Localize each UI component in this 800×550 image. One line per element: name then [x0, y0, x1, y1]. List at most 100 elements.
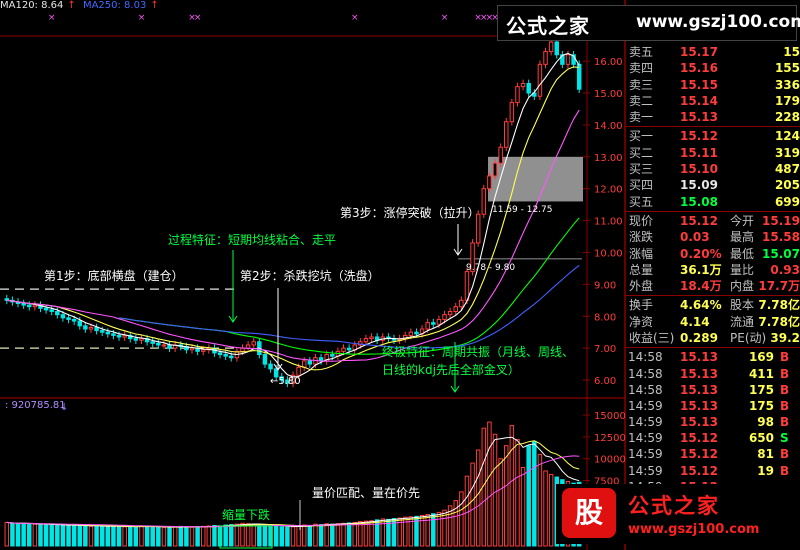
- fin-row-c3: 股本: [730, 298, 755, 313]
- tick-row: 14:58 15.13 169 B: [626, 349, 800, 365]
- tick-row: 14:59 15.12 650 S: [626, 430, 800, 446]
- buy-level-c1: 15.09: [680, 178, 718, 193]
- annotation-6: ←5.80: [270, 376, 301, 387]
- volume-bar: [290, 526, 296, 547]
- tick-row-tv: 650: [748, 431, 774, 446]
- volume-bar: [285, 526, 290, 547]
- candle-body: [229, 355, 234, 359]
- volume-bar: [532, 440, 537, 547]
- candle-body: [43, 307, 49, 311]
- volume-bar: [139, 525, 144, 547]
- stat-row-c1: 0.03: [680, 230, 710, 245]
- candle-body: [161, 344, 167, 347]
- tick-row-tf: S: [780, 431, 789, 446]
- fin-row: 收益(三) 0.289 PE(动) 39.2: [626, 330, 800, 346]
- sell-level: 卖四 15.16 155: [626, 60, 800, 76]
- sell-level-c0: 卖一: [629, 110, 654, 125]
- volume-bar: [487, 421, 492, 547]
- volume-bar: [212, 524, 217, 547]
- volume-bar: [111, 525, 116, 547]
- volume-bar: [318, 524, 324, 547]
- signal-marker: ×: [194, 13, 202, 23]
- volume-bar: [313, 523, 318, 547]
- brand-banner-top: 公式之家 www.gszj100.com: [497, 5, 800, 41]
- tick-row-tt: 14:58: [628, 382, 663, 397]
- stat-row-c3: 最低: [730, 246, 755, 261]
- candle-body: [27, 304, 32, 308]
- signal-marker: ×: [441, 13, 449, 23]
- volume-bars: 量价匹配、量在价先缩量下跌↓: [4, 402, 582, 549]
- candle-body: [223, 354, 228, 357]
- candle-body: [133, 338, 139, 341]
- sell-level-c0: 卖五: [629, 45, 654, 59]
- candle-body: [99, 330, 105, 333]
- volume-bar: [122, 526, 127, 547]
- volume-bar: [49, 523, 54, 547]
- price-axis: 6.00 7.00 8.00 9.00 10.00 11.00 12.00 13.00 14.0…: [583, 57, 623, 387]
- candle-body: [425, 322, 430, 330]
- volume-bar: [167, 526, 172, 547]
- stat-row-c3: 今开: [730, 213, 755, 228]
- volume-bar: [71, 524, 77, 547]
- volume-bar: [32, 523, 38, 547]
- candle-body: [341, 347, 346, 352]
- fin-row-c0: 收益(三): [629, 331, 675, 346]
- brand-name: 公式之家: [506, 14, 590, 38]
- volume-bar: [380, 518, 386, 547]
- stat-row-c4: 17.7万: [758, 279, 800, 294]
- volume-bar: [223, 524, 228, 547]
- sell-level: 卖三 15.15 336: [626, 77, 800, 93]
- stat-row-c1: 0.20%: [680, 246, 722, 261]
- stat-row: 涨幅 0.20% 最低 15.07: [626, 246, 800, 262]
- fin-row-c4: 7.78亿: [758, 298, 800, 313]
- fin-row-c0: 换手: [629, 298, 654, 313]
- tick-row-tp: 15.13: [680, 415, 718, 430]
- tick-row-tt: 14:59: [628, 431, 663, 446]
- candle-body: [363, 338, 369, 343]
- brand-banner-bottom: 股 公式之家 www.gszj100.com: [556, 484, 800, 544]
- tick-row-tf: B: [780, 415, 790, 430]
- candle-body: [543, 51, 548, 65]
- volume-bar: [55, 524, 60, 547]
- tick-row-tt: 14:58: [628, 366, 663, 381]
- volume-bar: [66, 525, 71, 547]
- tick-row-tp: 15.13: [680, 382, 718, 397]
- volume-bar: [335, 523, 341, 547]
- tick-row: 14:59 15.13 98 B: [626, 414, 800, 430]
- candle-body: [167, 344, 172, 349]
- candle-body: [217, 352, 223, 356]
- volume-bar: [475, 449, 481, 547]
- volume-bar: [21, 522, 26, 547]
- candle-body: [94, 326, 99, 332]
- candle-body: [504, 121, 509, 148]
- tick-row-tt: 14:59: [628, 447, 663, 462]
- candle-body: [245, 344, 251, 349]
- candle-body: [251, 341, 256, 346]
- volume-bar: [4, 521, 10, 547]
- volume-bar: [470, 462, 475, 547]
- stat-row-c1: 18.4万: [680, 279, 722, 294]
- candle-body: [537, 63, 543, 97]
- volume-bar: [251, 523, 256, 547]
- buy-level-c0: 买四: [629, 178, 654, 193]
- volume-bar: [128, 526, 133, 547]
- price-tick-label: 11.00: [594, 217, 623, 228]
- tick-row-tv: 175: [748, 398, 774, 413]
- volume-bar: [178, 525, 184, 547]
- stat-row-c4: 0.93: [770, 262, 800, 277]
- price-tick-label: 12.00: [594, 185, 623, 196]
- sell-level: 卖二 15.14 179: [626, 93, 800, 109]
- volume-bar: [116, 525, 122, 547]
- stock-chart[interactable]: ×××××××××××××× 第1步：底部横盘（建仓）过程特征：短期均线粘合、走…: [0, 0, 626, 550]
- candle-body: [565, 54, 571, 65]
- volume-bar: [358, 521, 363, 547]
- stat-row-c1: 15.12: [680, 213, 718, 228]
- sell-level-c1: 15.15: [680, 77, 718, 92]
- candle-body: [509, 102, 515, 123]
- tick-row-tf: B: [780, 398, 790, 413]
- annotation-4: 终极特征：周期共振（月线、周线、: [382, 344, 574, 359]
- volume-bar: [307, 524, 313, 547]
- fin-row-c4: 7.78亿: [758, 314, 800, 329]
- stat-row-c1: 36.1万: [680, 262, 722, 277]
- fin-row-c4: 39.2: [770, 331, 800, 346]
